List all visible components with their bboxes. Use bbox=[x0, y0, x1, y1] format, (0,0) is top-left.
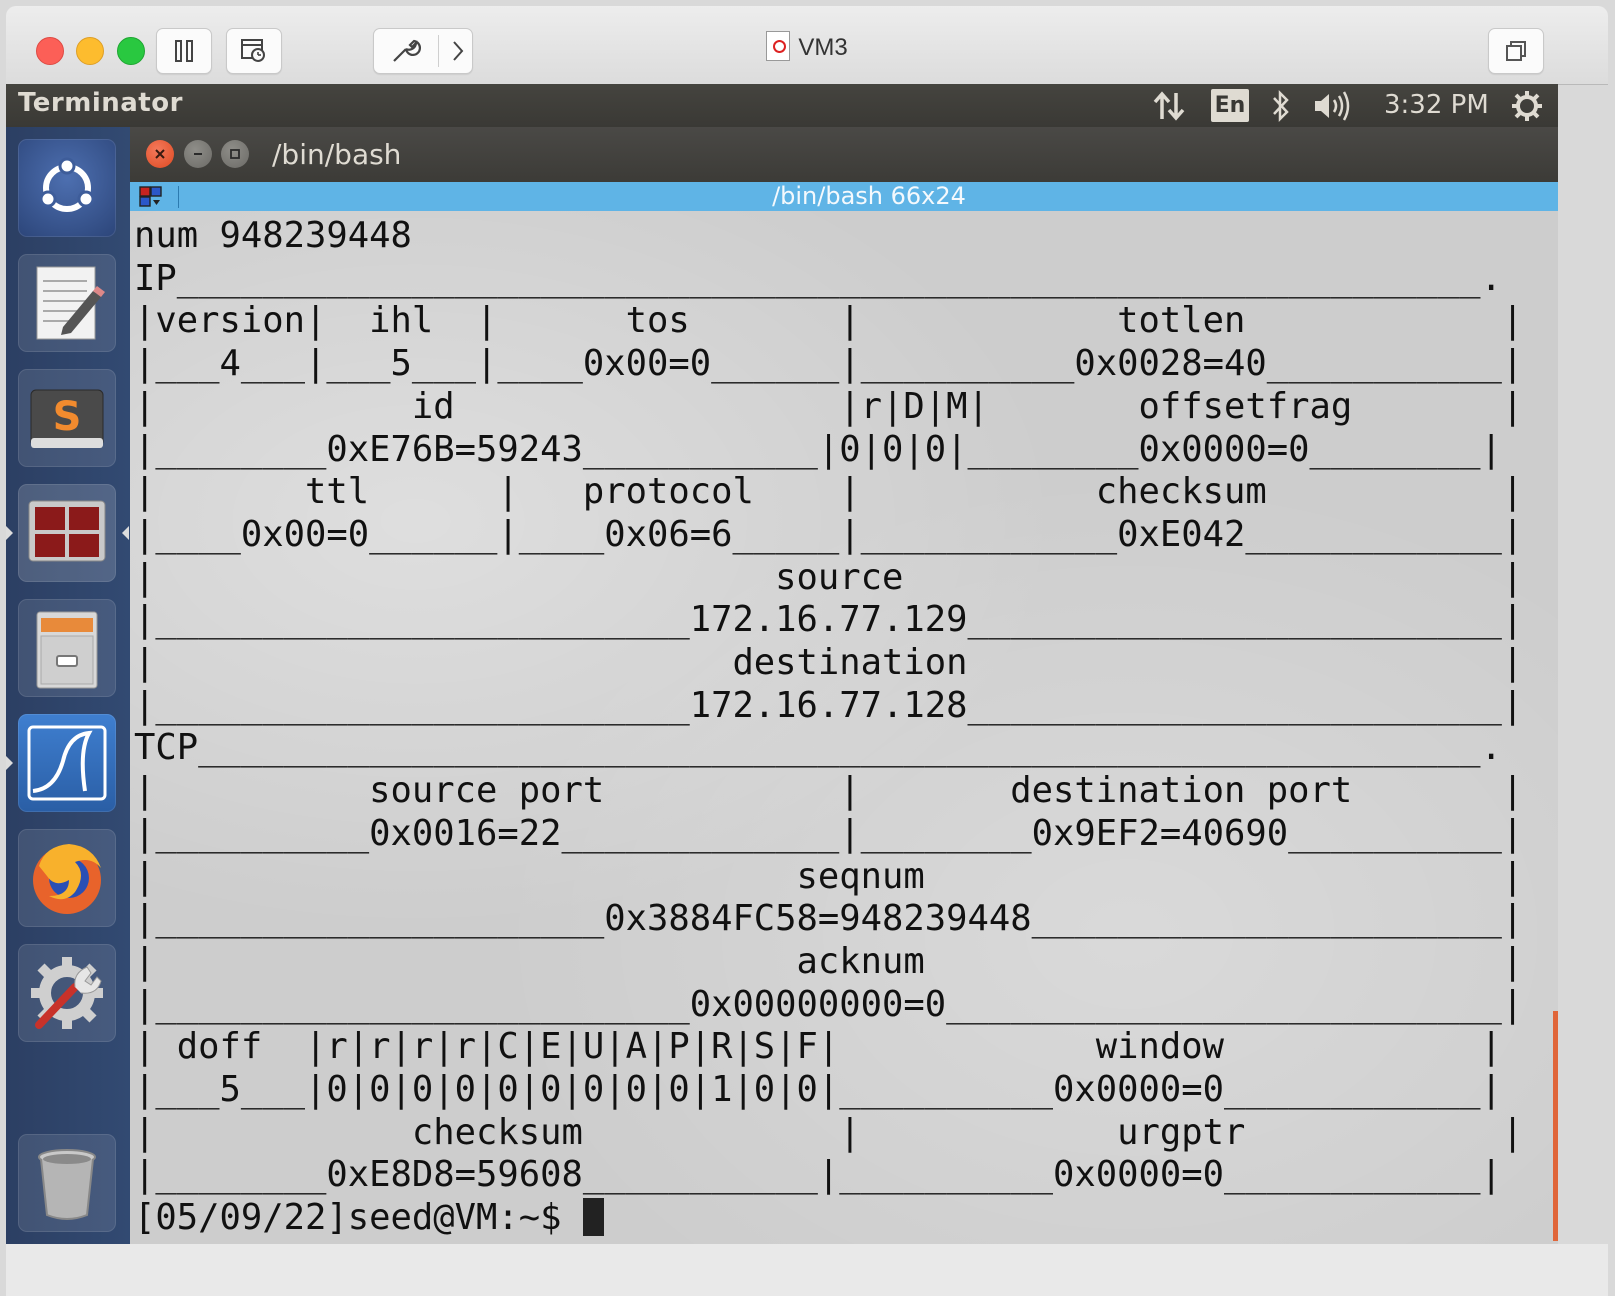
sublime-text-icon: S bbox=[30, 389, 104, 448]
ubuntu-top-panel: Terminator En 3:32 PM bbox=[6, 84, 1558, 127]
terminal-window-title: /bin/bash bbox=[272, 138, 402, 171]
shell-prompt: [05/09/22]seed@VM:~$ bbox=[134, 1197, 583, 1239]
terminal-line: |________0xE76B=59243___________|0|0|0|_… bbox=[134, 428, 1502, 470]
launcher-terminator[interactable] bbox=[18, 484, 116, 582]
host-window-title: VM3 bbox=[6, 28, 1608, 68]
unity-launcher: S bbox=[6, 127, 130, 1244]
terminal-line: |_________________________172.16.77.128_… bbox=[134, 684, 1524, 726]
terminal-line: | id |r|D|M| offsetfrag | bbox=[134, 385, 1524, 427]
terminal-line: num 948239448 bbox=[134, 215, 412, 256]
terminal-line: |__________0x0016=22_____________|______… bbox=[134, 812, 1524, 854]
text-editor-icon bbox=[36, 266, 105, 340]
launcher-wireshark[interactable] bbox=[18, 714, 116, 812]
terminal-line: |___5___|0|0|0|0|0|0|0|0|0|1|0|0|_______… bbox=[134, 1069, 1502, 1111]
host-window-titlebar: VM3 bbox=[6, 6, 1608, 85]
terminal-line: TCP_____________________________________… bbox=[134, 727, 1502, 769]
running-indicator bbox=[6, 756, 13, 770]
running-indicator bbox=[6, 526, 13, 540]
window-restore-icon bbox=[1506, 41, 1526, 61]
terminal-line: |_________________________172.16.77.129_… bbox=[134, 599, 1524, 641]
launcher-firefox[interactable] bbox=[18, 829, 116, 927]
terminal-line: | source port | destination port | bbox=[134, 770, 1524, 812]
terminal-line: |version| ihl | tos | totlen | bbox=[134, 300, 1524, 342]
maximize-icon bbox=[230, 149, 240, 159]
active-app-name: Terminator bbox=[18, 88, 183, 118]
text-cursor bbox=[582, 1198, 604, 1237]
terminal-line: | checksum | urgptr | bbox=[134, 1111, 1524, 1153]
close-icon bbox=[155, 149, 165, 159]
session-menu[interactable] bbox=[1510, 84, 1544, 127]
terminal-line: |________0xE8D8=59608___________|_______… bbox=[134, 1154, 1502, 1196]
fullscreen-button[interactable] bbox=[1488, 28, 1544, 74]
launcher-files[interactable] bbox=[18, 599, 116, 697]
network-arrows-icon bbox=[1153, 91, 1185, 121]
sound-indicator[interactable] bbox=[1312, 84, 1356, 127]
vm-document-icon bbox=[766, 31, 791, 61]
terminal-close-button[interactable] bbox=[146, 140, 174, 168]
gear-icon bbox=[1512, 91, 1542, 121]
trash-icon bbox=[38, 1149, 96, 1220]
terminal-text: num 948239448 IP________________________… bbox=[134, 215, 1523, 1240]
terminal-maximize-button[interactable] bbox=[221, 140, 249, 168]
terminal-line: | doff |r|r|r|r|C|E|U|A|P|R|S|F| window … bbox=[134, 1026, 1502, 1068]
terminal-line: | acknum | bbox=[134, 940, 1524, 982]
scrollbar-indicator[interactable] bbox=[1553, 1011, 1558, 1241]
file-cabinet-icon bbox=[36, 611, 98, 689]
svg-text:S: S bbox=[53, 394, 82, 440]
terminal-line: | ttl | protocol | checksum | bbox=[134, 471, 1524, 513]
firefox-icon bbox=[33, 844, 101, 914]
terminal-window-titlebar: /bin/bash bbox=[130, 127, 1558, 182]
terminal-pane-title: /bin/bash 66x24 bbox=[772, 182, 966, 210]
host-window-bottom bbox=[6, 1244, 1608, 1296]
keyboard-layout-indicator[interactable]: En bbox=[1211, 89, 1249, 122]
clock[interactable]: 3:32 PM bbox=[1384, 84, 1489, 127]
terminal-output[interactable]: num 948239448 IP________________________… bbox=[130, 211, 1558, 1244]
ubuntu-dash-icon bbox=[39, 157, 95, 212]
launcher-dash[interactable] bbox=[18, 139, 116, 237]
launcher-system-settings[interactable] bbox=[18, 944, 116, 1042]
terminal-minimize-button[interactable] bbox=[184, 140, 212, 168]
terminal-line: |___4___|___5___|____0x00=0______|______… bbox=[134, 343, 1524, 385]
minimize-icon bbox=[194, 153, 202, 155]
focused-indicator bbox=[122, 526, 129, 540]
terminal-line: |_________________________0x00000000=0__… bbox=[134, 983, 1524, 1025]
bluetooth-indicator[interactable] bbox=[1270, 84, 1292, 127]
launcher-sublime-text[interactable]: S bbox=[18, 369, 116, 467]
launcher-trash[interactable] bbox=[18, 1134, 116, 1232]
terminal-line: IP______________________________________… bbox=[134, 257, 1502, 299]
volume-icon bbox=[1315, 91, 1350, 121]
terminal-line: |_____________________0x3884FC58=9482394… bbox=[134, 898, 1524, 940]
system-settings-icon bbox=[31, 957, 103, 1029]
bluetooth-icon bbox=[1273, 89, 1289, 123]
terminal-line: | destination | bbox=[134, 642, 1524, 684]
terminal-pane-titlebar: /bin/bash 66x24 bbox=[130, 182, 1558, 211]
terminal-line: | seqnum | bbox=[134, 855, 1524, 897]
wireshark-icon bbox=[27, 725, 107, 801]
terminal-line: | source | bbox=[134, 556, 1524, 598]
launcher-text-editor[interactable] bbox=[18, 254, 116, 352]
network-indicator[interactable] bbox=[1152, 84, 1186, 127]
terminal-line: |____0x00=0______|____0x06=6_____|______… bbox=[134, 513, 1524, 555]
terminator-icon bbox=[28, 500, 106, 562]
